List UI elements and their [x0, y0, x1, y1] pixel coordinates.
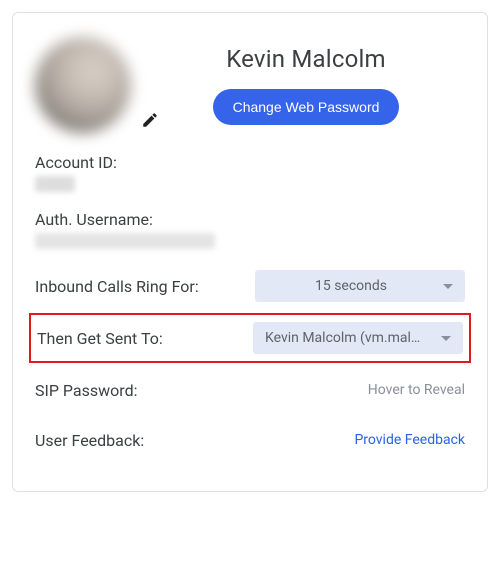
avatar	[35, 37, 131, 133]
row-auth-username: Auth. Username:	[35, 204, 465, 261]
header: Kevin Malcolm Change Web Password	[35, 37, 465, 133]
select-inbound-ring-value: 15 seconds	[267, 278, 435, 294]
label-user-feedback: User Feedback:	[35, 431, 144, 450]
user-detail-card: Kevin Malcolm Change Web Password Accoun…	[12, 12, 488, 492]
label-sip-password: SIP Password:	[35, 381, 137, 400]
label-account-id: Account ID:	[35, 153, 465, 172]
chevron-down-icon	[443, 284, 453, 289]
value-account-id-redacted	[35, 176, 75, 192]
user-name: Kevin Malcolm	[147, 45, 465, 73]
sip-password-reveal[interactable]: Hover to Reveal	[368, 382, 465, 398]
label-inbound-ring: Inbound Calls Ring For:	[35, 277, 199, 296]
select-inbound-ring[interactable]: 15 seconds	[255, 270, 465, 302]
change-password-button[interactable]: Change Web Password	[213, 89, 400, 125]
row-account-id: Account ID:	[35, 147, 465, 204]
select-then-sent-to-value: Kevin Malcolm (vm.malcol…	[265, 330, 433, 346]
label-auth-username: Auth. Username:	[35, 210, 465, 229]
row-then-sent-to: Then Get Sent To: Kevin Malcolm (vm.malc…	[29, 313, 471, 363]
value-auth-username-redacted	[35, 233, 215, 249]
edit-icon[interactable]	[141, 111, 159, 129]
provide-feedback-link[interactable]: Provide Feedback	[354, 432, 465, 448]
select-then-sent-to[interactable]: Kevin Malcolm (vm.malcol…	[253, 322, 463, 354]
row-inbound-ring: Inbound Calls Ring For: 15 seconds	[35, 261, 465, 311]
avatar-container	[35, 37, 131, 133]
row-user-feedback: User Feedback: Provide Feedback	[35, 415, 465, 465]
chevron-down-icon	[441, 336, 451, 341]
row-sip-password: SIP Password: Hover to Reveal	[35, 365, 465, 415]
label-then-sent-to: Then Get Sent To:	[37, 329, 163, 348]
header-right: Kevin Malcolm Change Web Password	[147, 37, 465, 125]
